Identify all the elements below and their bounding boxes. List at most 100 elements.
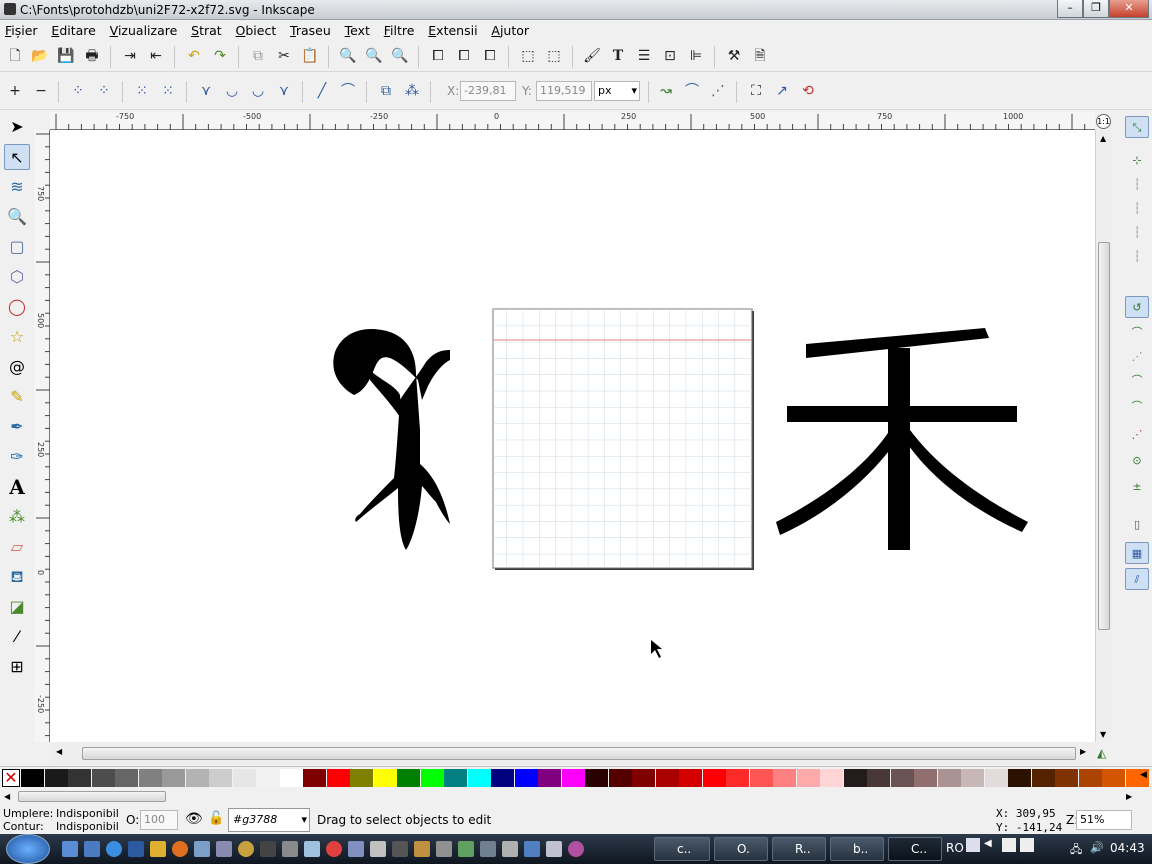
color-swatch[interactable]	[185, 769, 209, 787]
color-swatch[interactable]	[514, 769, 538, 787]
color-swatch[interactable]	[91, 769, 115, 787]
snap-rotation-center-icon[interactable]: ±	[1125, 476, 1149, 498]
insert-node-icon[interactable]: +	[4, 80, 26, 102]
print-icon[interactable]: 🖶	[81, 45, 103, 67]
zoom-drawing-icon[interactable]: 🔍	[363, 45, 385, 67]
volume-icon[interactable]: 🔊	[1090, 841, 1104, 854]
color-swatch[interactable]	[373, 769, 397, 787]
color-swatch[interactable]	[444, 769, 467, 787]
palette-scrollbar[interactable]: ◀ ▶	[0, 788, 1152, 806]
eraser-tool-icon[interactable]: ▱	[4, 534, 30, 560]
group-icon[interactable]: ⬚	[517, 45, 539, 67]
app-icon-24[interactable]	[568, 841, 584, 857]
text-font-icon[interactable]: T	[607, 45, 629, 67]
unit-select[interactable]: px ▾	[594, 81, 640, 101]
color-swatch[interactable]	[1055, 769, 1078, 787]
zoom-field[interactable]: 51%	[1076, 810, 1132, 830]
palette-scroll-thumb[interactable]	[18, 791, 166, 802]
app-icon-12[interactable]	[304, 841, 320, 857]
spiral-tool-icon[interactable]: @	[4, 354, 30, 380]
snap-guide-icon[interactable]: ⫽	[1125, 568, 1149, 590]
color-swatch[interactable]	[984, 769, 1008, 787]
no-paint-swatch[interactable]: ✕	[2, 769, 20, 787]
color-swatch[interactable]	[843, 769, 867, 787]
firefox-icon[interactable]	[172, 841, 188, 857]
ungroup-icon[interactable]: ⬚	[543, 45, 565, 67]
dropper-tool-icon[interactable]: ⁄	[4, 624, 30, 650]
explorer-icon[interactable]	[84, 841, 100, 857]
app-icon-17[interactable]	[414, 841, 430, 857]
color-swatch[interactable]	[138, 769, 162, 787]
zoom-1-1-icon[interactable]: 1:1	[1096, 114, 1111, 129]
xml-editor-icon[interactable]: ⊡	[659, 45, 681, 67]
tray-notepad-icon[interactable]	[1002, 838, 1016, 852]
color-swatch[interactable]	[1102, 769, 1125, 787]
inkscape-quick-icon[interactable]	[392, 841, 408, 857]
menu-extensions[interactable]: Extensii	[423, 20, 482, 41]
maximize-button[interactable]: ❐	[1083, 0, 1109, 18]
app-icon-15[interactable]	[370, 841, 386, 857]
tray-window-icon[interactable]	[966, 838, 980, 852]
paste-icon[interactable]: 📋	[299, 45, 321, 67]
tray-chevron-icon[interactable]: ◀	[984, 838, 998, 852]
cmd-icon[interactable]	[260, 841, 276, 857]
node-symmetric-icon[interactable]: ◡	[247, 80, 269, 102]
scroll-left-icon[interactable]: ◀	[56, 747, 62, 756]
color-swatch[interactable]	[655, 769, 679, 787]
app-icon-20[interactable]	[480, 841, 496, 857]
task-button-4[interactable]: b..	[830, 837, 884, 861]
task-button-1[interactable]: c..	[654, 837, 710, 861]
layers-icon[interactable]: ☰	[633, 45, 655, 67]
app-icon-23[interactable]	[546, 841, 562, 857]
scroll-right-icon[interactable]: ▶	[1080, 747, 1086, 756]
app-icon-14[interactable]	[348, 841, 364, 857]
layer-lock-icon[interactable]: 🔓	[208, 811, 224, 826]
open-icon[interactable]: 📂	[29, 45, 51, 67]
color-swatch[interactable]	[1078, 769, 1102, 787]
color-swatch[interactable]	[420, 769, 444, 787]
clip-path-icon[interactable]: ⟲	[797, 80, 819, 102]
snap-path-icon[interactable]: ⌒	[1125, 322, 1149, 344]
redo-icon[interactable]: ↷	[209, 45, 231, 67]
align-distribute-icon[interactable]: ⊫	[685, 45, 707, 67]
zoom-selection-icon[interactable]: 🔍	[337, 45, 359, 67]
unlink-clone-icon[interactable]: ⧠	[479, 45, 501, 67]
stroke-to-path-icon[interactable]: ⁂	[401, 80, 423, 102]
menu-file[interactable]: Fișier	[0, 20, 43, 41]
edit-mask-icon[interactable]: ⋰	[707, 80, 729, 102]
color-swatch[interactable]	[491, 769, 514, 787]
selector-tool-icon[interactable]: ➤	[4, 114, 30, 140]
snap-grid-icon[interactable]: ▦	[1125, 542, 1149, 564]
star-tool-icon[interactable]: ☆	[4, 324, 30, 350]
scroll-up-icon[interactable]: ▲	[1100, 134, 1106, 143]
snap-smooth-icon[interactable]: ⌒	[1125, 396, 1149, 418]
app-icon-18[interactable]	[436, 841, 452, 857]
node-smooth-icon[interactable]: ◡	[221, 80, 243, 102]
task-button-5-active[interactable]: C..	[888, 837, 942, 861]
color-swatch[interactable]	[749, 769, 773, 787]
color-swatch[interactable]	[726, 769, 749, 787]
break-path-icon[interactable]: ⁘	[93, 80, 115, 102]
delete-segment-icon[interactable]: ⁙	[157, 80, 179, 102]
app-icon-9[interactable]	[238, 841, 254, 857]
calculator-icon[interactable]	[282, 841, 298, 857]
color-swatch[interactable]	[890, 769, 914, 787]
color-swatch[interactable]	[115, 769, 138, 787]
segment-curve-icon[interactable]: ⌒	[337, 80, 359, 102]
snap-center-icon[interactable]: ⊙	[1125, 450, 1149, 472]
horizontal-scroll-thumb[interactable]	[82, 747, 1076, 760]
tweak-tool-icon[interactable]: ≋	[4, 174, 30, 200]
color-swatch[interactable]	[326, 769, 350, 787]
task-button-2[interactable]: O.	[714, 837, 768, 861]
color-swatch[interactable]	[467, 769, 491, 787]
gradient-tool-icon[interactable]: ◪	[4, 594, 30, 620]
app-icon-22[interactable]	[524, 841, 540, 857]
menu-text[interactable]: Text	[340, 20, 375, 41]
snap-bbox-edge-icon[interactable]: ┆	[1125, 174, 1149, 196]
palette-scroll-icon[interactable]: ◀	[1140, 770, 1147, 780]
color-swatch[interactable]	[68, 769, 91, 787]
color-swatch[interactable]	[561, 769, 585, 787]
palette-scroll-right-icon[interactable]: ▶	[1126, 792, 1132, 801]
show-handles-icon[interactable]: ↝	[655, 80, 677, 102]
3d-box-tool-icon[interactable]: ⬡	[4, 264, 30, 290]
